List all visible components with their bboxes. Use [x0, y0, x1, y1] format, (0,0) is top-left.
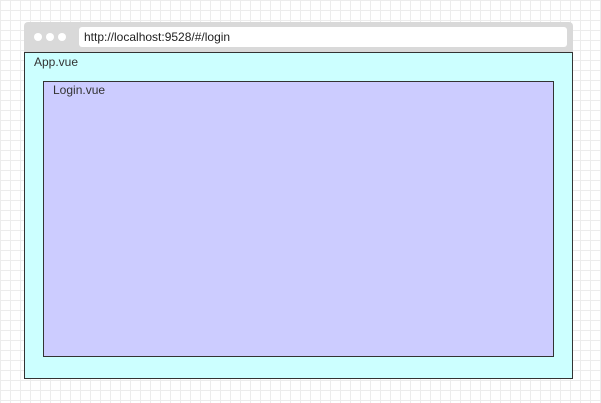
browser-toolbar: http://localhost:9528/#/login [24, 22, 573, 52]
window-dot-icon [46, 33, 54, 41]
login-component-box: Login.vue [43, 81, 554, 357]
login-component-label: Login.vue [53, 83, 106, 97]
app-component-label: App.vue [34, 55, 79, 69]
window-controls [34, 33, 66, 41]
window-dot-icon [58, 33, 66, 41]
app-component-box: App.vue Login.vue [24, 52, 573, 379]
window-dot-icon [34, 33, 42, 41]
address-bar: http://localhost:9528/#/login [79, 27, 567, 47]
